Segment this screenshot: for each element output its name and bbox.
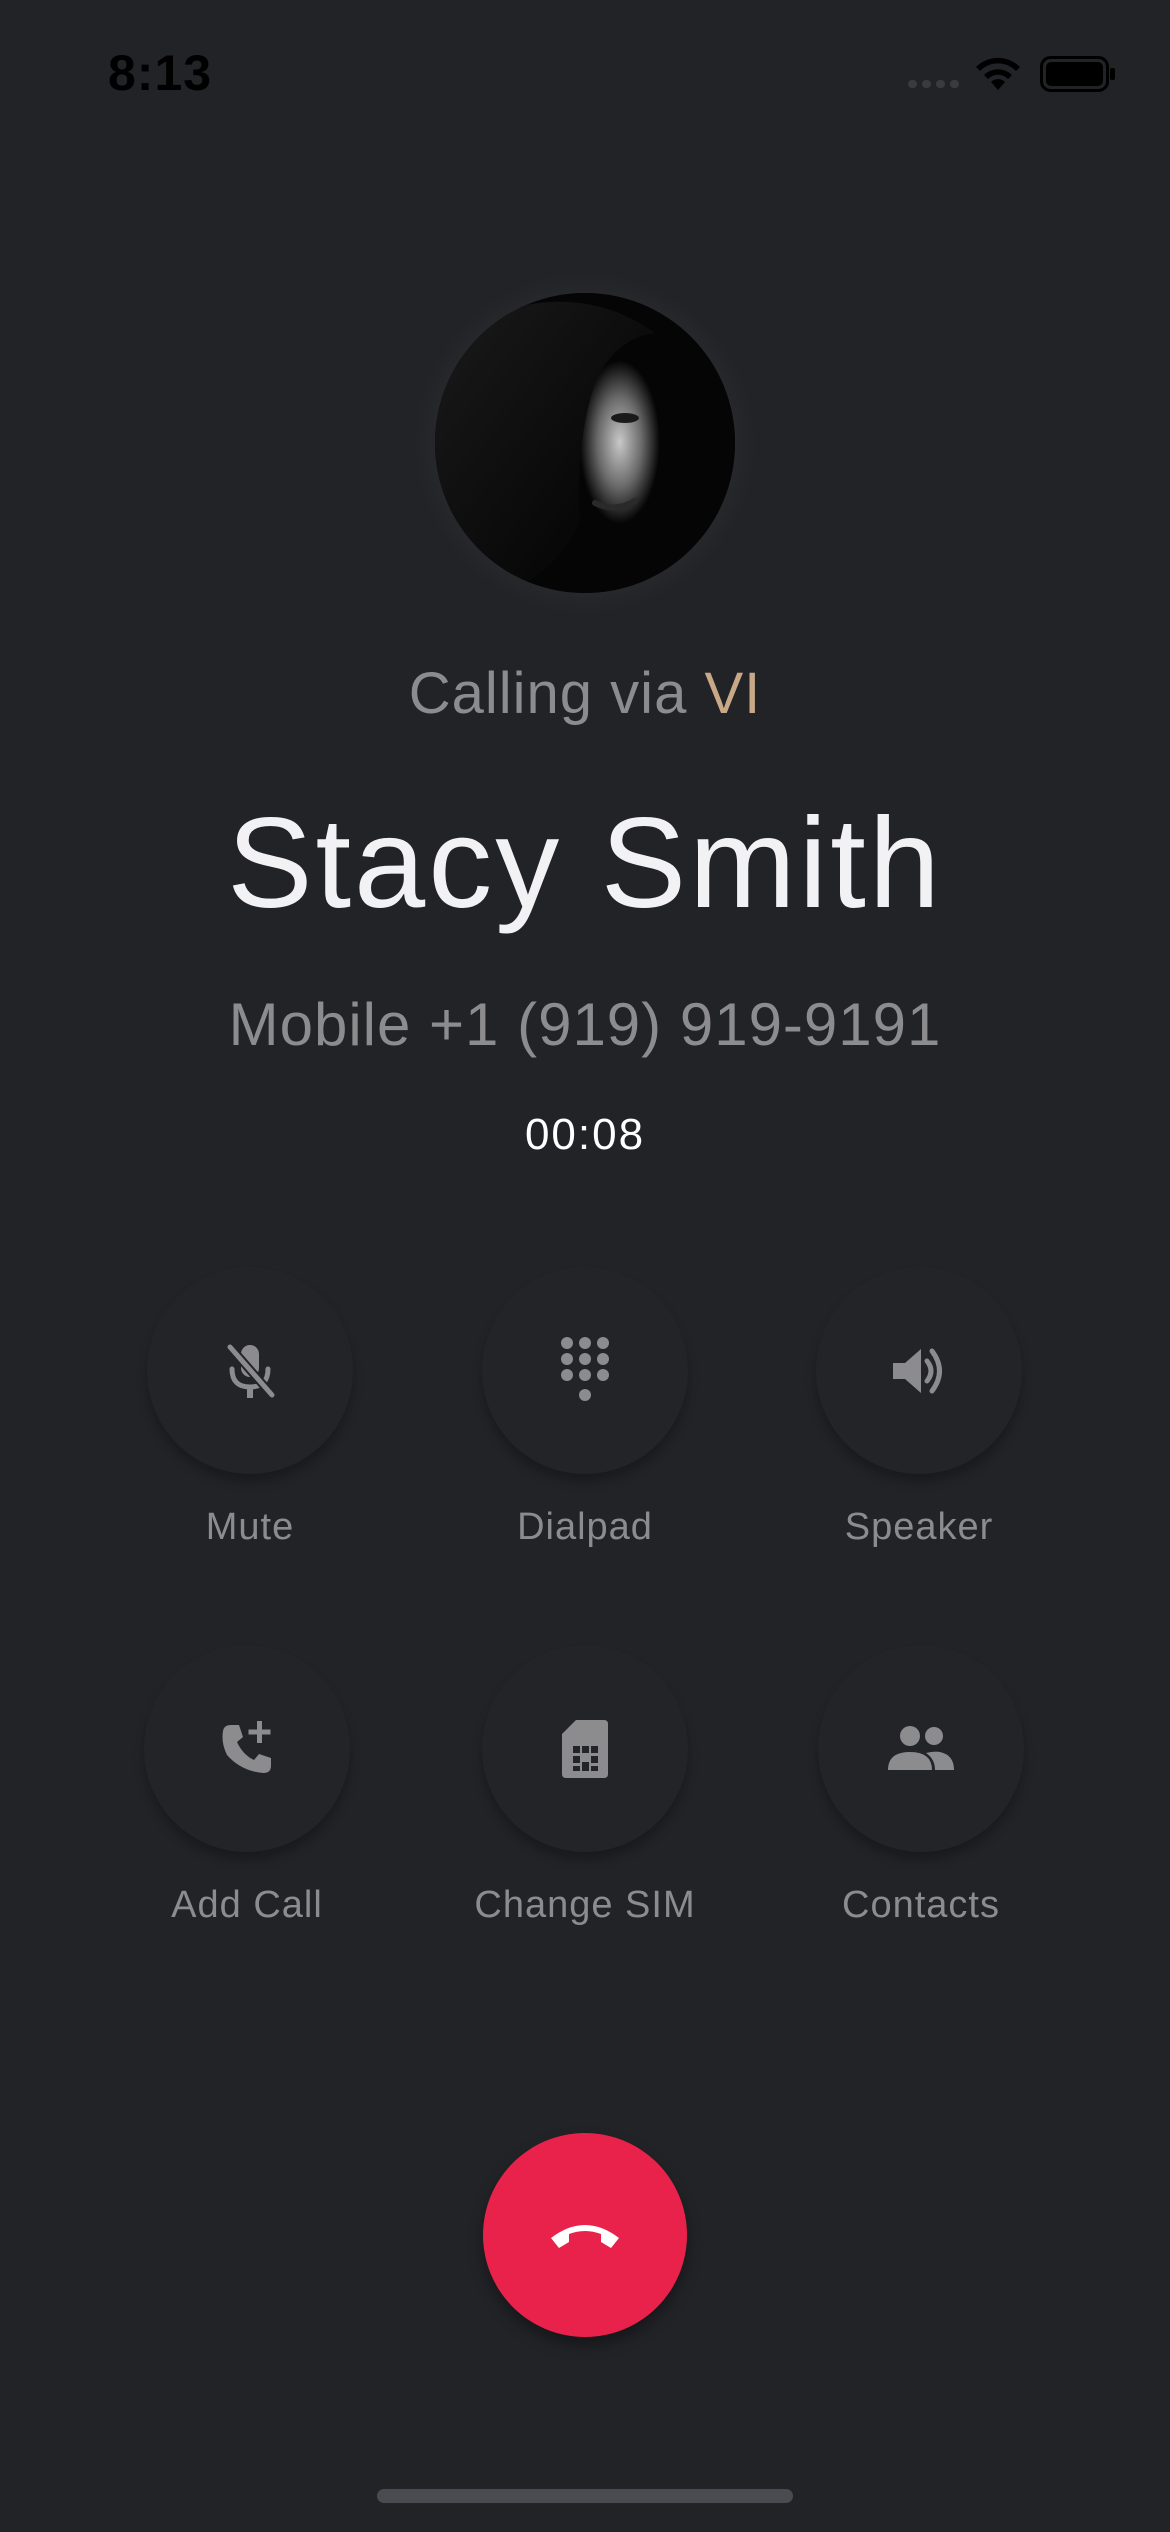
add-call-label: Add Call [171,1884,323,1926]
speaker-label: Speaker [844,1506,994,1548]
contacts-icon [888,1726,954,1770]
contacts-button[interactable]: Contacts [791,1646,1051,1927]
change-sim-circle[interactable] [482,1646,688,1852]
mute-button[interactable]: Mute [120,1268,380,1549]
change-sim-label: Change SIM [474,1884,696,1926]
add-call-button[interactable]: Add Call [117,1646,377,1927]
mute-circle[interactable] [147,1268,353,1474]
speaker-button[interactable]: Speaker [789,1268,1049,1549]
call-timer: 00:08 [524,1110,646,1159]
calling-via-prefix: Calling via [408,661,705,726]
contacts-circle[interactable] [818,1646,1024,1852]
hang-up-icon [551,2225,619,2248]
cellular-signal-icon [908,80,960,88]
status-time: 8:13 [108,45,213,101]
add-call-icon [222,1721,271,1773]
sim-card-icon [562,1720,608,1778]
mic-off-icon [225,1342,277,1400]
wifi-icon [976,57,1020,90]
end-call-button[interactable] [483,2133,687,2337]
contacts-label: Contacts [842,1884,1000,1926]
contact-name: Stacy Smith [227,792,943,935]
change-sim-button[interactable]: Change SIM [455,1646,715,1927]
battery-icon [1040,56,1115,92]
dialpad-button[interactable]: Dialpad [455,1268,715,1549]
speaker-icon [893,1348,942,1394]
add-call-circle[interactable] [144,1646,350,1852]
phone-number: Mobile +1 (919) 919-9191 [228,991,942,1058]
dialpad-circle[interactable] [482,1268,688,1474]
dialpad-icon [561,1337,609,1401]
contact-avatar [435,293,735,593]
dialpad-label: Dialpad [517,1506,653,1548]
status-bar: 8:13 [0,0,1170,150]
calling-via-text: Calling via VI [0,660,1170,727]
home-indicator[interactable] [377,2489,793,2503]
mute-label: Mute [205,1506,295,1548]
carrier-name: VI [704,661,762,726]
speaker-circle[interactable] [816,1268,1022,1474]
